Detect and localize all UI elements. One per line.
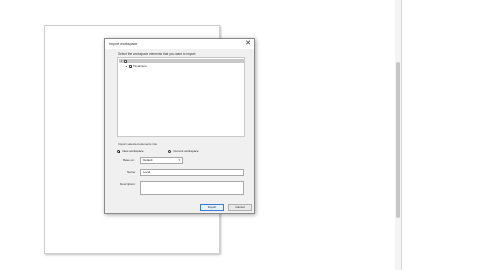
current-workspace-radio[interactable] xyxy=(168,149,172,153)
name-value: Local xyxy=(143,170,151,174)
app-canvas: Import workspace ✕ Select the workspace … xyxy=(0,0,480,270)
new-workspace-label: New workspace xyxy=(122,149,144,153)
dialog-title: Import workspace xyxy=(109,42,138,46)
instruction-text: Select the workspace elements that you w… xyxy=(118,52,197,56)
timeliners-checkbox[interactable]: ✓ xyxy=(129,64,132,69)
tree-row-selection xyxy=(119,59,244,63)
current-workspace-label: Current workspace xyxy=(173,149,199,153)
chevron-down-icon: ▾ xyxy=(178,158,180,162)
chevron-right-icon[interactable]: ▸ xyxy=(125,65,128,69)
tree-item-timeliners[interactable]: ▸ ✓Timeliners xyxy=(125,64,147,69)
description-label: Description: xyxy=(120,182,136,186)
workspace-elements-tree[interactable]: ▾ ✓ ▸ ✓Timeliners xyxy=(117,57,245,137)
scrollbar-thumb[interactable] xyxy=(396,62,400,218)
dialog-titlebar: Import workspace ✕ xyxy=(105,39,254,49)
new-workspace-option[interactable]: New workspace xyxy=(117,149,144,154)
based-on-value: Default xyxy=(143,158,153,162)
close-icon[interactable]: ✕ xyxy=(244,40,252,48)
description-field[interactable] xyxy=(140,181,244,195)
name-field[interactable]: Local xyxy=(140,169,244,176)
panel-divider xyxy=(401,0,402,270)
root-checkbox[interactable]: ✓ xyxy=(124,59,127,64)
based-on-label: Base on: xyxy=(123,158,135,162)
name-label: Name: xyxy=(127,170,136,174)
based-on-select[interactable]: Default ▾ xyxy=(140,157,183,164)
import-workspace-dialog: Import workspace ✕ Select the workspace … xyxy=(104,38,255,214)
tree-item-label: Timeliners xyxy=(133,64,147,68)
current-workspace-option[interactable]: Current workspace xyxy=(168,149,199,154)
new-workspace-radio[interactable] xyxy=(117,149,121,153)
section-label: Import selected elements into xyxy=(118,142,158,146)
import-button[interactable]: Import xyxy=(200,204,224,211)
tree-item-root[interactable]: ▾ ✓ xyxy=(120,59,128,64)
chevron-down-icon[interactable]: ▾ xyxy=(120,60,123,64)
cancel-button[interactable]: Cancel xyxy=(228,204,252,211)
